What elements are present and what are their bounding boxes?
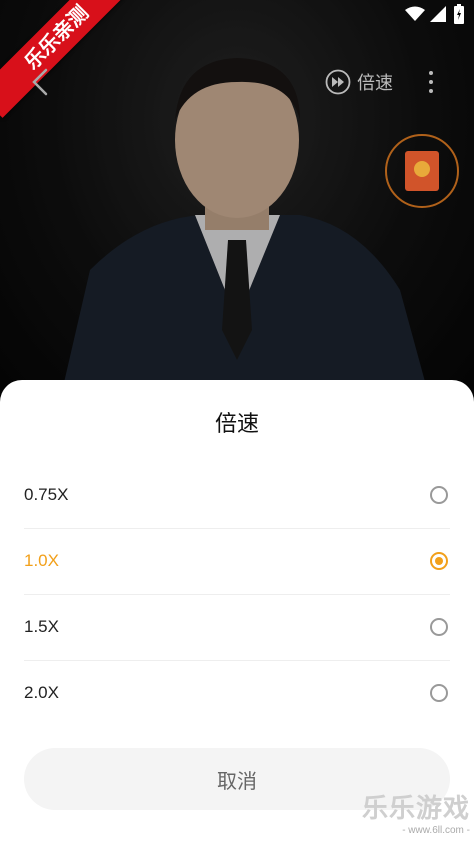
watermark-url: - www.6ll.com -	[402, 825, 470, 836]
video-player[interactable]: 乐乐亲测 倍速	[0, 0, 474, 400]
speed-option-1-5x[interactable]: 1.5X	[24, 594, 450, 661]
watermark: 乐乐游戏 - www.6ll.com -	[362, 788, 470, 836]
wifi-icon	[405, 6, 425, 21]
speed-option-label: 2.0X	[24, 683, 59, 702]
radio-icon[interactable]	[430, 486, 448, 504]
radio-icon[interactable]	[430, 684, 448, 702]
back-icon[interactable]	[26, 64, 56, 100]
speed-bottom-sheet: 倍速 0.75X 1.0X 1.5X 2.0X 取消 乐乐游戏 - www.6l…	[0, 380, 474, 842]
radio-icon[interactable]	[430, 618, 448, 636]
speed-option-label: 0.75X	[24, 485, 69, 504]
more-options-icon[interactable]	[420, 68, 442, 96]
speed-option-1-0x[interactable]: 1.0X	[24, 528, 450, 595]
speed-button[interactable]: 倍速	[325, 68, 393, 96]
red-envelope-icon	[405, 151, 439, 191]
radio-selected-icon[interactable]	[430, 552, 448, 570]
speed-option-label: 1.0X	[24, 551, 59, 570]
speed-option-2-0x[interactable]: 2.0X	[24, 660, 450, 726]
red-packet-button[interactable]	[385, 134, 459, 208]
speed-option-0-75x[interactable]: 0.75X	[24, 462, 450, 529]
battery-icon	[454, 4, 464, 24]
speed-button-label: 倍速	[357, 73, 393, 93]
speed-option-label: 1.5X	[24, 617, 59, 636]
watermark-title: 乐乐游戏	[361, 793, 470, 823]
signal-icon	[430, 6, 446, 22]
fast-forward-icon	[325, 69, 351, 95]
sheet-title: 倍速	[214, 411, 259, 436]
